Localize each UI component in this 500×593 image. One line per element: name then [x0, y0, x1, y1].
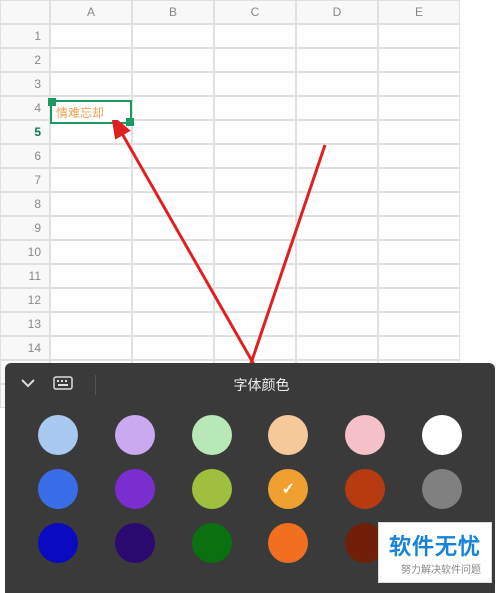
row-header[interactable]: 9	[0, 216, 50, 240]
collapse-icon[interactable]	[19, 374, 37, 397]
color-swatch[interactable]	[115, 469, 155, 509]
cell[interactable]	[378, 312, 460, 336]
color-swatch[interactable]	[345, 469, 385, 509]
cell[interactable]	[378, 144, 460, 168]
row-header[interactable]: 10	[0, 240, 50, 264]
watermark: 软件无忧 努力解决软件问题	[378, 522, 492, 583]
color-swatch[interactable]	[192, 415, 232, 455]
panel-title: 字体颜色	[42, 375, 481, 395]
cell[interactable]	[132, 96, 214, 120]
row-header[interactable]: 3	[0, 72, 50, 96]
row-header[interactable]: 14	[0, 336, 50, 360]
watermark-main: 软件无忧	[389, 529, 481, 561]
cell[interactable]	[378, 240, 460, 264]
row-header[interactable]: 7	[0, 168, 50, 192]
cell[interactable]	[378, 24, 460, 48]
col-header[interactable]: A	[50, 0, 132, 24]
cell[interactable]	[378, 96, 460, 120]
color-swatch[interactable]	[192, 469, 232, 509]
cell[interactable]	[296, 96, 378, 120]
cell[interactable]	[214, 24, 296, 48]
cell[interactable]	[214, 48, 296, 72]
cell[interactable]	[214, 72, 296, 96]
selection-handle-tl[interactable]	[48, 98, 56, 106]
color-swatch[interactable]	[38, 523, 78, 563]
col-header[interactable]: C	[214, 0, 296, 24]
color-swatch[interactable]	[268, 415, 308, 455]
panel-header: 字体颜色	[5, 363, 495, 407]
row-header[interactable]: 6	[0, 144, 50, 168]
cell[interactable]	[50, 24, 132, 48]
cell[interactable]	[296, 24, 378, 48]
color-swatch[interactable]	[192, 523, 232, 563]
row-header[interactable]: 4	[0, 96, 50, 120]
color-swatch[interactable]	[115, 523, 155, 563]
row-header[interactable]: 8	[0, 192, 50, 216]
cell[interactable]	[132, 24, 214, 48]
cell[interactable]	[132, 48, 214, 72]
cell[interactable]	[378, 264, 460, 288]
cell[interactable]	[132, 72, 214, 96]
cell[interactable]	[378, 336, 460, 360]
cell[interactable]	[378, 48, 460, 72]
col-header[interactable]: D	[296, 0, 378, 24]
cell[interactable]	[378, 192, 460, 216]
col-header[interactable]: E	[378, 0, 460, 24]
cell[interactable]	[378, 288, 460, 312]
cell[interactable]	[378, 216, 460, 240]
color-swatch[interactable]	[115, 415, 155, 455]
row-header[interactable]: 1	[0, 24, 50, 48]
corner-cell	[0, 0, 50, 24]
cell[interactable]	[50, 48, 132, 72]
row-header[interactable]: 12	[0, 288, 50, 312]
row-header[interactable]: 13	[0, 312, 50, 336]
watermark-sub: 努力解决软件问题	[389, 561, 481, 576]
row-header[interactable]: 5	[0, 120, 50, 144]
col-header[interactable]: B	[132, 0, 214, 24]
color-swatch[interactable]	[38, 469, 78, 509]
cell[interactable]	[214, 96, 296, 120]
cell[interactable]	[378, 72, 460, 96]
cell[interactable]	[50, 72, 132, 96]
color-swatch[interactable]	[38, 415, 78, 455]
cell[interactable]	[296, 48, 378, 72]
color-swatch[interactable]	[268, 523, 308, 563]
color-swatch[interactable]	[422, 415, 462, 455]
cell-text: 情难忘却	[56, 104, 104, 121]
row-header[interactable]: 2	[0, 48, 50, 72]
color-swatch[interactable]	[422, 469, 462, 509]
color-swatch[interactable]	[268, 469, 308, 509]
cell[interactable]	[296, 72, 378, 96]
color-swatch[interactable]	[345, 415, 385, 455]
cell[interactable]	[378, 168, 460, 192]
cell[interactable]	[378, 120, 460, 144]
row-header[interactable]: 11	[0, 264, 50, 288]
